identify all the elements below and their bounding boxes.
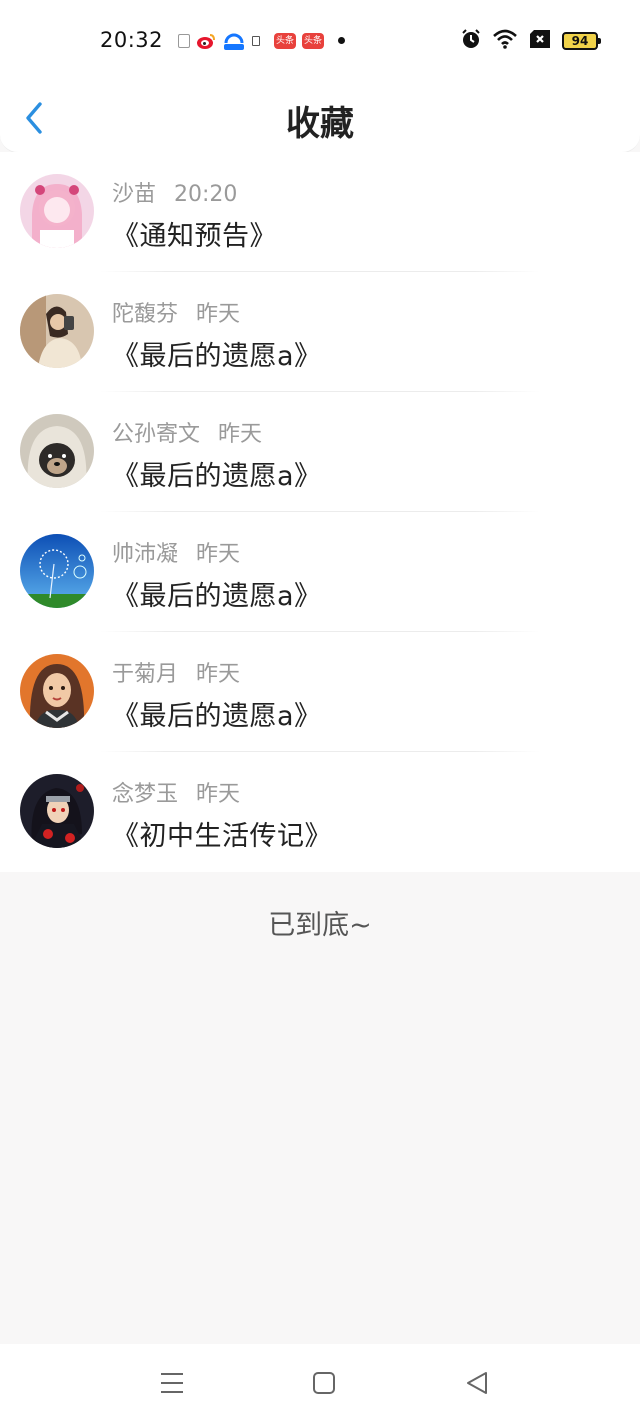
author-name: 于菊月 bbox=[112, 662, 179, 687]
notification-icon bbox=[178, 34, 190, 48]
page-title: 收藏 bbox=[286, 104, 354, 144]
avatar bbox=[20, 654, 94, 728]
author-name: 陀馥芬 bbox=[112, 302, 179, 327]
system-nav-bar bbox=[0, 1344, 640, 1422]
favorite-item[interactable]: 帅沛凝 昨天 《最后的遗愿a》 bbox=[0, 512, 640, 632]
app-header: 收藏 bbox=[0, 82, 640, 153]
sim-off-icon bbox=[528, 29, 552, 53]
back-triangle-icon bbox=[467, 1372, 487, 1394]
status-app-icons: 头条 头条 bbox=[178, 31, 330, 51]
item-title: 《最后的遗愿a》 bbox=[112, 701, 322, 732]
back-nav-button[interactable] bbox=[464, 1371, 490, 1399]
author-name: 帅沛凝 bbox=[112, 542, 179, 567]
item-title: 《最后的遗愿a》 bbox=[112, 341, 322, 372]
battery-icon: 94 bbox=[562, 32, 601, 50]
item-meta: 陀馥芬 昨天 bbox=[112, 296, 240, 328]
notification-dot bbox=[338, 37, 345, 44]
end-of-list-text: 已到底~ bbox=[268, 910, 372, 941]
item-title: 《初中生活传记》 bbox=[112, 821, 332, 852]
avatar bbox=[20, 774, 94, 848]
item-time: 20:20 bbox=[174, 182, 238, 207]
item-meta: 念梦玉 昨天 bbox=[112, 776, 240, 808]
item-time: 昨天 bbox=[196, 782, 241, 807]
avatar bbox=[20, 294, 94, 368]
menu-icon bbox=[161, 1373, 183, 1393]
item-time: 昨天 bbox=[218, 422, 263, 447]
toutiao-icon: 头条 bbox=[302, 33, 325, 49]
author-name: 念梦玉 bbox=[112, 782, 179, 807]
author-name: 沙苗 bbox=[112, 182, 157, 207]
menu-button[interactable] bbox=[158, 1371, 186, 1399]
item-time: 昨天 bbox=[196, 542, 241, 567]
status-bar: 20:32 头条 头条 94 bbox=[0, 0, 640, 82]
item-meta: 于菊月 昨天 bbox=[112, 656, 240, 688]
alarm-icon bbox=[460, 28, 482, 54]
item-title: 《最后的遗愿a》 bbox=[112, 581, 322, 612]
item-meta: 公孙寄文 昨天 bbox=[112, 416, 262, 448]
favorite-item[interactable]: 陀馥芬 昨天 《最后的遗愿a》 bbox=[0, 272, 640, 392]
item-time: 昨天 bbox=[196, 302, 241, 327]
item-title: 《最后的遗愿a》 bbox=[112, 461, 322, 492]
item-time: 昨天 bbox=[196, 662, 241, 687]
home-button[interactable] bbox=[312, 1371, 336, 1399]
alipay-icon bbox=[222, 31, 246, 51]
favorite-item[interactable]: 公孙寄文 昨天 《最后的遗愿a》 bbox=[0, 392, 640, 512]
item-meta: 帅沛凝 昨天 bbox=[112, 536, 240, 568]
avatar bbox=[20, 414, 94, 488]
favorite-item[interactable]: 于菊月 昨天 《最后的遗愿a》 bbox=[0, 632, 640, 752]
author-name: 公孙寄文 bbox=[112, 422, 201, 447]
status-time: 20:32 bbox=[100, 28, 164, 52]
home-square-icon bbox=[313, 1372, 335, 1394]
status-system-icons: 94 bbox=[460, 28, 601, 54]
favorites-list: 沙苗 20:20 《通知预告》 陀馥芬 昨天 《最后的遗愿a》 公孙寄文 昨天 《最后… bbox=[0, 152, 640, 872]
toutiao-icon: 头条 bbox=[274, 33, 297, 49]
item-meta: 沙苗 20:20 bbox=[112, 176, 237, 208]
weibo-icon bbox=[196, 32, 216, 50]
favorite-item[interactable]: 沙苗 20:20 《通知预告》 bbox=[0, 152, 640, 272]
favorite-item[interactable]: 念梦玉 昨天 《初中生活传记》 bbox=[0, 752, 640, 872]
avatar bbox=[20, 174, 94, 248]
avatar bbox=[20, 534, 94, 608]
item-title: 《通知预告》 bbox=[112, 221, 277, 252]
small-indicator-icon bbox=[252, 36, 260, 46]
wifi-icon bbox=[492, 28, 518, 54]
